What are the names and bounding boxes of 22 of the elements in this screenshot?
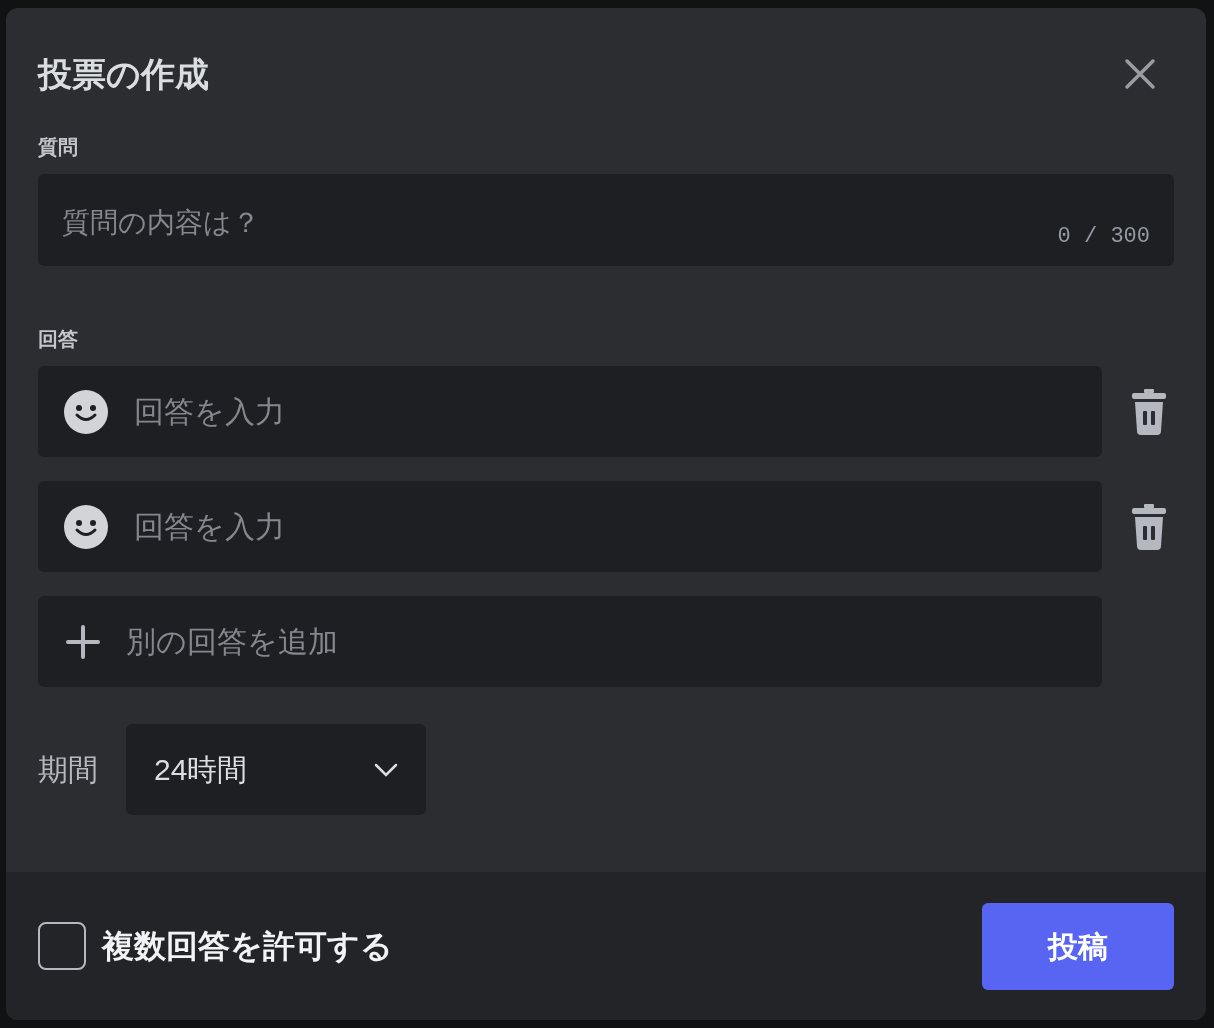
- post-button[interactable]: 投稿: [982, 902, 1174, 990]
- plus-icon: [66, 624, 100, 659]
- answer-input[interactable]: 回答を入力: [134, 389, 1076, 434]
- duration-select[interactable]: 24時間: [126, 724, 426, 815]
- duration-label: 期間: [38, 752, 98, 788]
- question-field[interactable]: 質問の内容は？ 0 / 300: [38, 174, 1174, 266]
- question-input[interactable]: 質問の内容は？: [62, 202, 1058, 244]
- character-counter: 0 / 300: [1057, 223, 1150, 251]
- field-label: 質問: [38, 135, 79, 160]
- field-label: 回答: [38, 327, 79, 352]
- smiley-icon[interactable]: [64, 389, 108, 434]
- answer-field[interactable]: 回答を入力: [38, 481, 1102, 572]
- trash-icon[interactable]: [1132, 388, 1166, 435]
- answer-input[interactable]: 回答を入力: [134, 504, 1076, 549]
- checkbox[interactable]: [38, 922, 86, 970]
- dialog-title: 投票の作成: [38, 57, 209, 91]
- smiley-icon[interactable]: [64, 504, 108, 549]
- add-answer-button[interactable]: 別の回答を追加: [38, 596, 1102, 687]
- trash-icon[interactable]: [1132, 503, 1166, 550]
- chevron-down-icon: [374, 762, 398, 777]
- checkbox-label: 複数回答を許可する: [102, 927, 393, 966]
- answer-field[interactable]: 回答を入力: [38, 366, 1102, 457]
